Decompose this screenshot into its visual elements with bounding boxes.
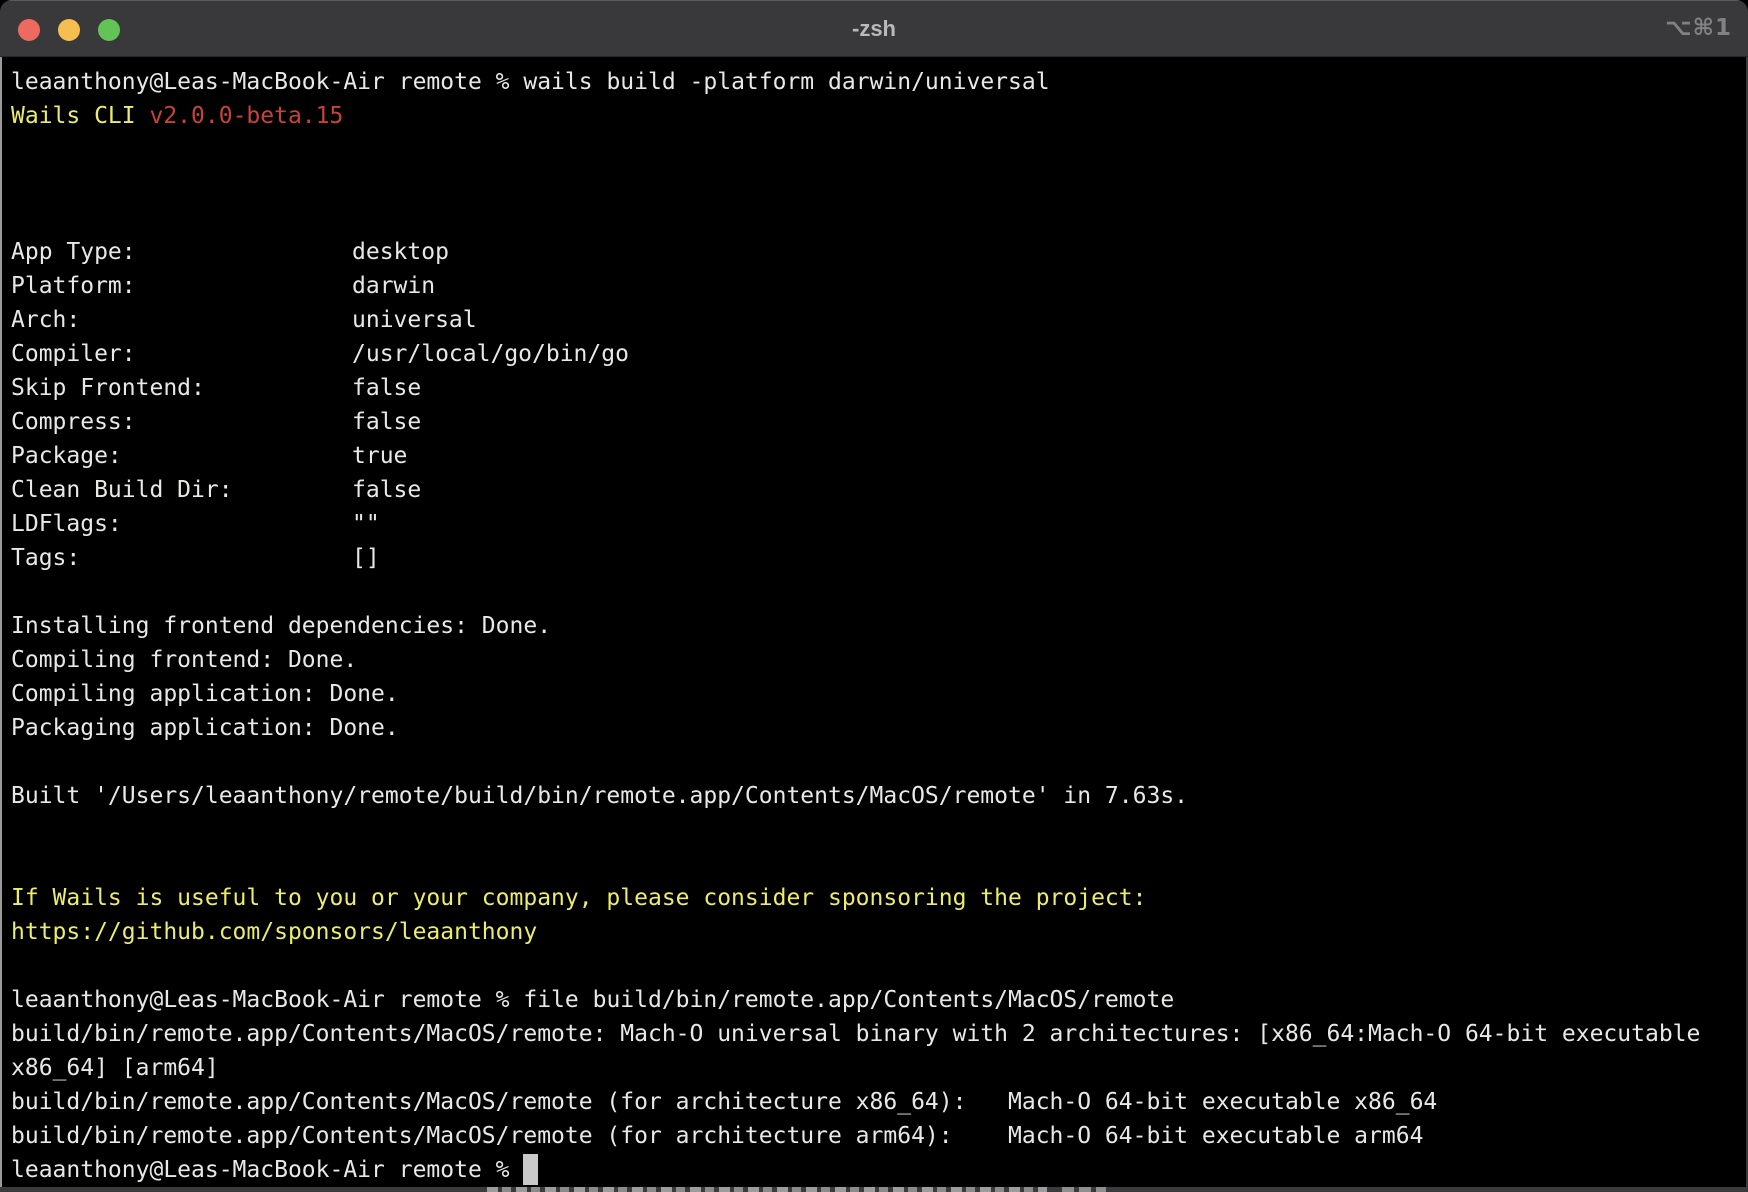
config-value: /usr/local/go/bin/go [352, 341, 629, 367]
config-label: Compiler: [11, 337, 352, 371]
config-label: Skip Frontend: [11, 371, 352, 405]
blank-line [11, 745, 1738, 779]
sponsor-url-line: https://github.com/sponsors/leaanthony [11, 915, 1738, 949]
config-label: App Type: [11, 235, 352, 269]
config-row: Package:true [11, 439, 1738, 473]
file-output-line: build/bin/remote.app/Contents/MacOS/remo… [11, 1085, 1738, 1119]
config-value: false [352, 409, 421, 435]
config-row: Clean Build Dir:false [11, 473, 1738, 507]
file-output-line: build/bin/remote.app/Contents/MacOS/remo… [11, 1017, 1738, 1051]
command-text: wails build -platform darwin/universal [523, 69, 1049, 95]
config-value: false [352, 375, 421, 401]
config-value: "" [352, 511, 380, 537]
config-label: Platform: [11, 269, 352, 303]
titlebar[interactable]: -zsh ⌥⌘1 [0, 0, 1748, 57]
terminal-cursor [523, 1154, 538, 1185]
command-text: file build/bin/remote.app/Contents/MacOS… [523, 987, 1174, 1013]
config-value: universal [352, 307, 477, 333]
config-label: Compress: [11, 405, 352, 439]
config-row: Skip Frontend:false [11, 371, 1738, 405]
blank-line [11, 847, 1738, 881]
terminal-screen[interactable]: leaanthony@Leas-MacBook-Air remote % wai… [0, 57, 1748, 1187]
progress-line: Packaging application: Done. [11, 711, 1738, 745]
config-row: LDFlags:"" [11, 507, 1738, 541]
terminal-window: -zsh ⌥⌘1 leaanthony@Leas-MacBook-Air rem… [0, 0, 1748, 1192]
built-line: Built '/Users/leaanthony/remote/build/bi… [11, 779, 1738, 813]
file-output-line: build/bin/remote.app/Contents/MacOS/remo… [11, 1119, 1738, 1153]
config-value: [] [352, 545, 380, 571]
config-row: Compiler:/usr/local/go/bin/go [11, 337, 1738, 371]
config-row: Compress:false [11, 405, 1738, 439]
cli-name: Wails CLI [11, 103, 149, 129]
cli-version: v2.0.0-beta.15 [149, 103, 343, 129]
banner-line: Wails CLI v2.0.0-beta.15 [11, 99, 1738, 133]
prompt-line-1: leaanthony@Leas-MacBook-Air remote % wai… [11, 65, 1738, 99]
blank-line [11, 575, 1738, 609]
config-label: Package: [11, 439, 352, 473]
file-output-line: x86_64] [arm64] [11, 1051, 1738, 1085]
config-label: Clean Build Dir: [11, 473, 352, 507]
cropped-text-fragment [1062, 1187, 1106, 1192]
config-label: Tags: [11, 541, 352, 575]
shell-prompt: leaanthony@Leas-MacBook-Air remote % [11, 987, 523, 1013]
config-value: true [352, 443, 407, 469]
cropped-text-fragment [487, 1187, 1047, 1192]
config-value: false [352, 477, 421, 503]
config-value: darwin [352, 273, 435, 299]
config-row: App Type:desktop [11, 235, 1738, 269]
sponsor-message-line: If Wails is useful to you or your compan… [11, 881, 1738, 915]
blank-line [11, 201, 1738, 235]
tab-shortcut-label: ⌥⌘1 [1665, 1, 1732, 56]
blank-line [11, 949, 1738, 983]
blank-line [11, 167, 1738, 201]
prompt-line-3: leaanthony@Leas-MacBook-Air remote % [11, 1153, 1738, 1187]
progress-line: Installing frontend dependencies: Done. [11, 609, 1738, 643]
config-row: Platform:darwin [11, 269, 1738, 303]
prompt-line-2: leaanthony@Leas-MacBook-Air remote % fil… [11, 983, 1738, 1017]
window-title: -zsh [0, 1, 1748, 56]
config-label: LDFlags: [11, 507, 352, 541]
config-value: desktop [352, 239, 449, 265]
config-row: Tags:[] [11, 541, 1738, 575]
blank-line [11, 133, 1738, 167]
progress-line: Compiling frontend: Done. [11, 643, 1738, 677]
config-row: Arch:universal [11, 303, 1738, 337]
progress-line: Compiling application: Done. [11, 677, 1738, 711]
blank-line [11, 813, 1738, 847]
shell-prompt: leaanthony@Leas-MacBook-Air remote % [11, 69, 523, 95]
shell-prompt: leaanthony@Leas-MacBook-Air remote % [11, 1157, 523, 1183]
config-label: Arch: [11, 303, 352, 337]
